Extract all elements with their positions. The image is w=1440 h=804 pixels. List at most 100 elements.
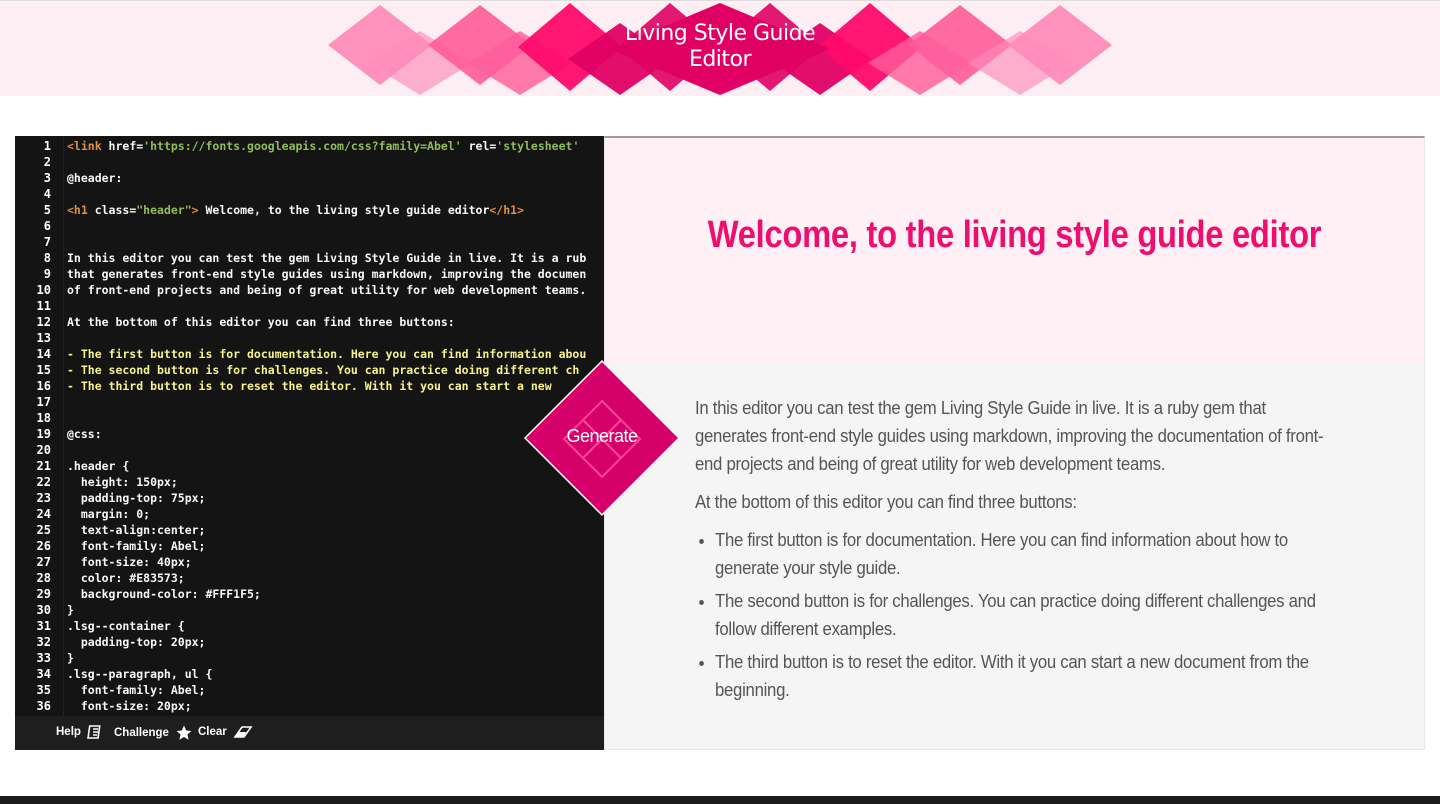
preview-list: The first button is for documentation. H… xyxy=(695,526,1340,704)
code-token: text-align:center; xyxy=(67,523,206,537)
clear-button[interactable]: Clear xyxy=(198,724,253,740)
preview-pane: Welcome, to the living style guide edito… xyxy=(604,136,1425,750)
line-number-gutter: 1 2 3 4 5 6 7 8 9 10 11 12 13 14 15 16 17 18 19 20 21 22 23 24 2… xyxy=(15,136,64,716)
code-token: In this editor you can test the gem Livi… xyxy=(67,251,587,265)
preview-paragraph: In this editor you can test the gem Livi… xyxy=(695,398,1324,474)
line-number: 22 xyxy=(36,475,51,489)
code-token: height: 150px; xyxy=(67,475,178,489)
code-token: <link xyxy=(67,139,109,153)
app-title-line1: Living Style Guide xyxy=(624,21,816,46)
preview-list-item: The second button is for challenges. You… xyxy=(715,587,1340,643)
code-line[interactable]: font-family: Abel; xyxy=(67,682,206,698)
preview-list-item: The first button is for documentation. H… xyxy=(715,526,1340,582)
line-number: 33 xyxy=(36,651,51,665)
code-line[interactable]: } xyxy=(67,650,74,666)
line-number: 11 xyxy=(36,299,51,313)
code-token: padding-top: 20px; xyxy=(67,635,206,649)
code-token: background-color: #FFF1F5; xyxy=(67,587,261,601)
challenge-label: Challenge xyxy=(114,727,169,739)
line-number: 3 xyxy=(43,171,51,185)
code-token: @header: xyxy=(67,171,123,185)
line-number: 2 xyxy=(43,155,51,169)
code-token: font-size: 40px; xyxy=(67,555,192,569)
app-header: Living Style Guide Editor xyxy=(0,0,1440,96)
code-line[interactable]: @css: xyxy=(67,426,102,442)
preview-body: In this editor you can test the gem Livi… xyxy=(695,394,1340,709)
code-line[interactable]: .header { xyxy=(67,458,129,474)
line-number: 34 xyxy=(36,667,51,681)
code-line[interactable]: of front-end projects and being of great… xyxy=(67,282,586,298)
code-token: href= xyxy=(108,139,144,153)
code-line[interactable]: .lsg--paragraph, ul { xyxy=(67,666,212,682)
code-line[interactable]: color: #E83573; xyxy=(67,570,185,586)
line-number: 25 xyxy=(36,523,51,537)
clear-label: Clear xyxy=(198,726,227,738)
code-line[interactable]: font-size: 20px; xyxy=(67,698,192,714)
line-number: 21 xyxy=(36,459,51,473)
code-line[interactable]: font-family: Abel; xyxy=(67,538,206,554)
challenge-button[interactable]: Challenge xyxy=(114,724,193,742)
code-line[interactable]: <link href='https://fonts.googleapis.com… xyxy=(67,138,586,154)
line-number: 6 xyxy=(43,219,51,233)
code-line[interactable]: .lsg--container { xyxy=(67,618,185,634)
editor-toolbar: Help Challenge Clear xyxy=(15,716,604,750)
code-line[interactable]: At the bottom of this editor you can fin… xyxy=(67,314,455,330)
eraser-icon xyxy=(233,726,253,738)
line-number: 12 xyxy=(36,315,51,329)
code-token: At the bottom of this editor you can fin… xyxy=(67,315,455,329)
line-number: 28 xyxy=(36,571,51,585)
code-token: .lsg--paragraph, ul { xyxy=(67,667,213,681)
line-number: 1 xyxy=(43,139,51,153)
star-icon xyxy=(176,725,192,740)
code-editor[interactable]: 1 2 3 4 5 6 7 8 9 10 11 12 13 14 15 16 17 18 19 20 21 22 23 24 2… xyxy=(15,136,604,750)
code-line[interactable]: - The first button is for documentation.… xyxy=(67,346,586,362)
code-line[interactable]: margin: 0; xyxy=(67,506,150,522)
preview-list-item: The third button is to reset the editor.… xyxy=(715,648,1340,704)
code-token: .header { xyxy=(67,459,130,473)
line-number: 13 xyxy=(36,331,51,345)
code-token: class= xyxy=(94,203,137,217)
code-token: font-size: 20px; xyxy=(67,699,192,713)
code-token: - The first button is for documentation.… xyxy=(67,347,587,361)
line-number: 7 xyxy=(43,235,51,249)
code-token: - The second button is for challenges. Y… xyxy=(67,363,580,377)
code-token: padding-top: 75px; xyxy=(67,491,206,505)
book-icon xyxy=(87,725,101,739)
code-line[interactable]: height: 150px; xyxy=(67,474,178,490)
code-token: Welcome, to the living style guide edito… xyxy=(198,203,490,217)
code-line[interactable]: padding-top: 20px; xyxy=(67,634,206,650)
code-line[interactable]: } xyxy=(67,602,74,618)
code-token: } xyxy=(67,651,74,665)
preview-header: Welcome, to the living style guide edito… xyxy=(605,138,1424,363)
code-line[interactable]: <h1 class="header"> Welcome, to the livi… xyxy=(67,202,524,218)
code-line[interactable]: - The second button is for challenges. Y… xyxy=(67,362,579,378)
line-number: 15 xyxy=(36,363,51,377)
code-line[interactable]: background-color: #FFF1F5; xyxy=(67,586,261,602)
line-number: 14 xyxy=(36,347,51,361)
code-line[interactable]: that generates front-end style guides us… xyxy=(67,266,586,282)
code-token: - The third button is to reset the edito… xyxy=(67,379,552,393)
line-number: 36 xyxy=(36,699,51,713)
code-line[interactable]: In this editor you can test the gem Livi… xyxy=(67,250,586,266)
line-number: 17 xyxy=(36,395,51,409)
code-line[interactable]: text-align:center; xyxy=(67,522,206,538)
code-line[interactable]: padding-top: 75px; xyxy=(67,490,206,506)
help-label: Help xyxy=(56,726,81,738)
line-number: 23 xyxy=(36,491,51,505)
code-line[interactable]: - The third button is to reset the edito… xyxy=(67,378,552,394)
line-number: 32 xyxy=(36,635,51,649)
code-token: margin: 0; xyxy=(67,507,151,521)
app-title-line2: Editor xyxy=(688,47,752,72)
code-token: rel= xyxy=(461,139,497,153)
line-number: 18 xyxy=(36,411,51,425)
line-number: 5 xyxy=(43,203,51,217)
generate-button[interactable] xyxy=(523,359,681,517)
code-token: 'stylesheet' xyxy=(496,139,580,153)
page-footer-strip xyxy=(0,796,1440,804)
code-token: } xyxy=(67,603,74,617)
code-line[interactable]: font-size: 40px; xyxy=(67,554,192,570)
help-button[interactable]: Help xyxy=(56,724,103,740)
line-number: 9 xyxy=(43,267,51,281)
code-line[interactable]: @header: xyxy=(67,170,122,186)
